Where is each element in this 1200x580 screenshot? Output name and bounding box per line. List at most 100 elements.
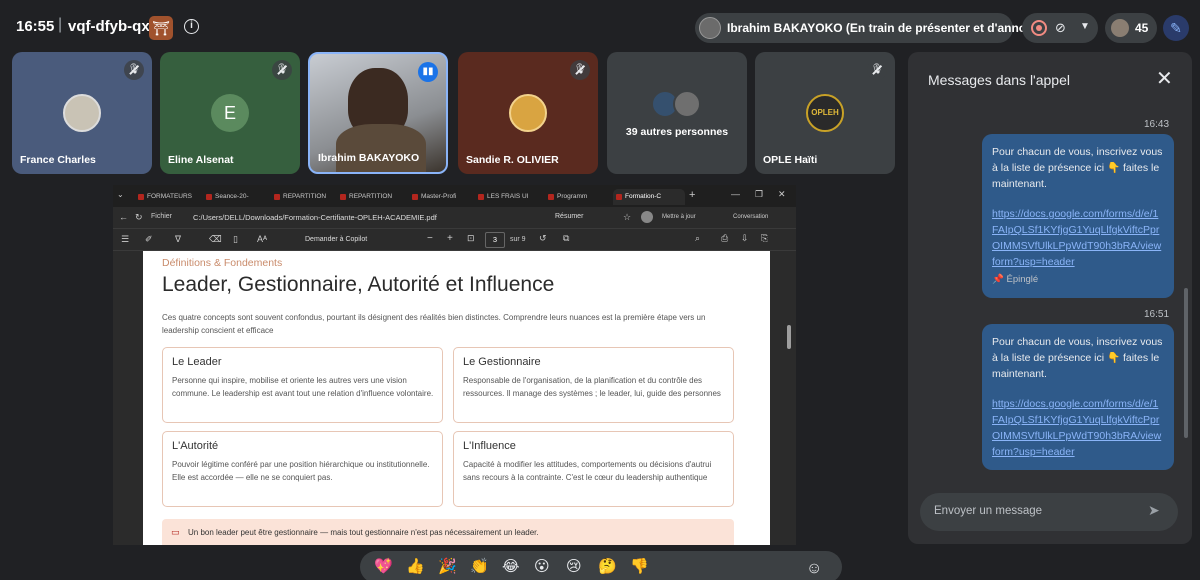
reaction-surprised[interactable]: 😮 [534, 557, 550, 575]
tab-menu-icon[interactable]: ⌄ [117, 190, 124, 199]
card-body: Capacité à modifier les attitudes, compo… [463, 460, 712, 482]
search-icon[interactable]: ⌕ [695, 233, 700, 244]
participant-count: 45 [1135, 21, 1149, 35]
captions-off-icon[interactable]: ⊘ [1055, 20, 1066, 36]
summarize-button[interactable]: Résumer [555, 213, 583, 220]
presenter-status: Ibrahim BAKAYOKO (En train de présenter … [727, 21, 1046, 35]
message-link[interactable]: https://docs.google.com/forms/d/e/1FAIpQ… [992, 206, 1164, 270]
message-timestamp: 16:51 [1144, 309, 1170, 320]
participant-tile[interactable]: 🎙 E Eline Alsenat [160, 52, 300, 174]
card-title: L'Influence [463, 440, 516, 452]
browser-tab[interactable]: Programm [545, 189, 605, 205]
browser-tab[interactable]: REPARTITION [271, 189, 327, 205]
browser-tab-active[interactable]: Formation-C [613, 189, 685, 205]
gemini-icon[interactable]: ✎ [1163, 15, 1189, 41]
reload-icon[interactable]: ↻ [135, 212, 143, 223]
section-kicker: Définitions & Fondements [162, 257, 283, 269]
participant-name: France Charles [20, 154, 96, 166]
back-icon[interactable]: ← [119, 212, 128, 222]
message-link[interactable]: https://docs.google.com/forms/d/e/1FAIpQ… [992, 396, 1164, 460]
update-button[interactable]: Mettre à jour [662, 214, 696, 220]
mic-off-icon: 🎙 [124, 60, 144, 80]
note-text: Un bon leader peut être gestionnaire — m… [188, 528, 539, 537]
host-controls-icon[interactable]: ⛩ [149, 16, 173, 40]
participant-tile[interactable]: 🎙 France Charles [12, 52, 152, 174]
highlight-icon[interactable]: ✐ [145, 234, 153, 245]
separator: | [58, 16, 63, 33]
add-emoji-icon[interactable]: ☺ [806, 560, 822, 578]
participant-tile[interactable]: 🎙 Sandie R. OLIVIER [458, 52, 598, 174]
avatar [1111, 19, 1129, 37]
participant-name: Eline Alsenat [168, 154, 234, 166]
reaction-thinking[interactable]: 🤔 [598, 557, 617, 575]
restore-icon[interactable]: ❐ [755, 189, 763, 200]
draw-icon[interactable]: ∇ [175, 234, 181, 245]
chat-title: Messages dans l'appel [928, 72, 1070, 88]
participant-tile[interactable]: 🎙 OPLEH OPLE Haïti [755, 52, 895, 174]
others-count: 39 autres personnes [625, 126, 729, 138]
message-timestamp: 16:43 [1144, 119, 1170, 130]
minimize-icon[interactable]: — [731, 189, 740, 199]
reaction-heart[interactable]: 💖 [374, 557, 393, 575]
browser-tab[interactable]: REPARTITION [337, 189, 393, 205]
definition-card: Le Leader Personne qui inspire, mobilise… [162, 347, 443, 423]
save-as-icon[interactable]: ⎘ [761, 233, 768, 244]
reaction-clap[interactable]: 👏 [470, 557, 489, 575]
favorite-icon[interactable]: ☆ [623, 212, 631, 223]
browser-tab[interactable]: Seance-20- [203, 189, 259, 205]
card-title: Le Leader [172, 356, 222, 368]
reaction-laugh[interactable]: 😂 [502, 557, 520, 575]
zoom-out-icon[interactable]: − [427, 233, 433, 244]
new-tab-icon[interactable]: + [689, 189, 695, 201]
reaction-sad[interactable]: 😢 [566, 557, 582, 575]
chevron-down-icon[interactable]: ▼ [1080, 21, 1090, 32]
avatar[interactable] [641, 211, 653, 223]
reactions-bar: 💖 👍 🎉 👏 😂 😮 😢 🤔 👎 [360, 551, 842, 580]
pinned-text: Épinglé [1006, 274, 1039, 285]
definition-card: L'Autorité Pouvoir légitime conféré par … [162, 431, 443, 507]
others-tile[interactable]: 39 autres personnes [607, 52, 747, 174]
ask-copilot-button[interactable]: Demander à Copilot [305, 236, 367, 243]
browser-tab[interactable]: LES FRAIS UI [475, 189, 531, 205]
presenter-pill[interactable]: Ibrahim BAKAYOKO (En train de présenter … [695, 13, 1045, 43]
card-body: Responsable de l'organisation, de la pla… [463, 376, 721, 398]
avatar [63, 94, 101, 132]
participants-button[interactable]: 45 [1105, 13, 1157, 43]
close-icon[interactable]: ✕ [1156, 66, 1173, 91]
text-size-icon[interactable]: Aᴬ [257, 234, 267, 244]
avatar [673, 90, 701, 118]
print-icon[interactable]: ⎙ [721, 233, 728, 244]
browser-tab[interactable]: FORMATEURS [135, 189, 195, 205]
save-icon[interactable]: ⇩ [741, 233, 749, 244]
info-icon[interactable]: i [184, 19, 199, 34]
eraser-icon[interactable]: ⌫ [209, 234, 222, 245]
recording-pill[interactable]: ⊘ ▼ [1022, 13, 1098, 43]
video-feed [336, 124, 426, 172]
zoom-in-icon[interactable]: + [447, 233, 453, 244]
two-page-icon[interactable]: ⧉ [563, 233, 569, 244]
reaction-party[interactable]: 🎉 [438, 557, 457, 575]
send-icon[interactable]: ➤ [1148, 502, 1160, 519]
shared-screen: ⌄ FORMATEURS Seance-20- REPARTITION REPA… [113, 185, 796, 545]
participant-tile-active-speaker[interactable]: ▮▮ Ibrahim BAKAYOKO [308, 52, 448, 174]
view-icon[interactable]: ▯ [233, 234, 238, 245]
conversation-button[interactable]: Conversation [733, 214, 768, 220]
rotate-icon[interactable]: ↺ [539, 233, 547, 244]
chat-input[interactable]: Envoyer un message ➤ [920, 493, 1178, 531]
mic-off-icon: 🎙 [570, 60, 590, 80]
speaking-icon: ▮▮ [418, 62, 438, 82]
card-body: Personne qui inspire, mobilise et orient… [172, 376, 434, 398]
top-bar: 16:55 | vqf-dfyb-qxj ⛩ i Ibrahim BAKAYOK… [0, 0, 1200, 54]
avatar: E [211, 94, 249, 132]
close-icon[interactable]: ✕ [778, 189, 786, 200]
reaction-thumbs-up[interactable]: 👍 [406, 557, 425, 575]
chat-scrollbar[interactable] [1184, 288, 1188, 438]
browser-tab[interactable]: Master-Profi [409, 189, 469, 205]
scrollbar-thumb[interactable] [787, 325, 791, 349]
fit-page-icon[interactable]: ⊡ [467, 233, 475, 244]
page-number-input[interactable]: 3 [485, 232, 505, 248]
address-bar[interactable]: ← ↻ Fichier C:/Users/DELL/Downloads/Form… [113, 207, 796, 229]
contents-icon[interactable]: ☰ [121, 234, 129, 245]
url-text[interactable]: C:/Users/DELL/Downloads/Formation-Certif… [193, 213, 437, 222]
reaction-thumbs-down[interactable]: 👎 [630, 557, 649, 575]
